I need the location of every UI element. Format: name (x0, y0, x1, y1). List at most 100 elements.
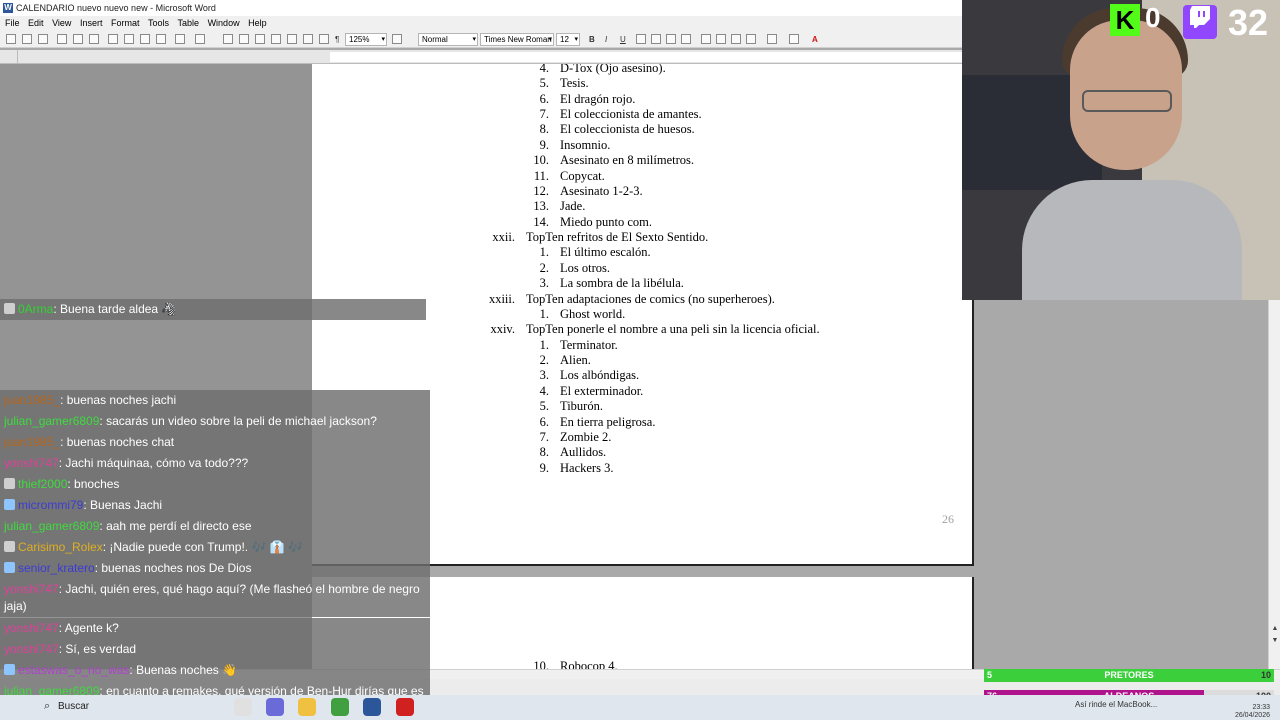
chat-username[interactable]: micrommi79 (18, 498, 83, 512)
chat-username[interactable]: Carisimo_Rolex (18, 540, 103, 554)
list-item[interactable]: 9. Insomnio. (527, 138, 611, 153)
bold-button[interactable]: B (589, 34, 595, 45)
list-item[interactable]: 10. Robocop 4. (527, 659, 617, 669)
chat-username[interactable]: julian_gamer6809 (4, 414, 99, 428)
system-clock[interactable]: 23:33 26/04/2026 (1200, 704, 1270, 720)
style-select[interactable]: Normal ▾ (418, 33, 478, 46)
chrome-icon[interactable] (234, 698, 252, 716)
list-item[interactable]: 1. Ghost world. (527, 307, 626, 322)
discord-icon[interactable] (266, 698, 284, 716)
list-item[interactable]: 12. Asesinato 1-2-3. (527, 184, 642, 199)
list-item[interactable]: 3. Los albóndigas. (527, 368, 640, 383)
list-item[interactable]: 1. El último escalón. (527, 245, 651, 260)
menu-format[interactable]: Format (108, 18, 143, 28)
chat-username[interactable]: thief2000 (18, 477, 67, 491)
save-icon[interactable] (38, 34, 48, 44)
scroll-down-icon[interactable]: ▼ (1270, 636, 1280, 646)
list-item[interactable]: 7. El coleccionista de amantes. (527, 107, 702, 122)
chat-username[interactable]: yonshi747 (4, 621, 59, 635)
list-item[interactable]: 10. Asesinato en 8 milímetros. (527, 153, 694, 168)
open-folder-icon[interactable] (22, 34, 32, 44)
list-heading[interactable]: xxii. TopTen refritos de El Sexto Sentido… (472, 230, 708, 245)
horizontal-ruler[interactable] (18, 50, 980, 64)
list-item[interactable]: 14. Miedo punto com. (527, 215, 652, 230)
list-item[interactable]: 1. Terminator. (527, 338, 618, 353)
print-preview-icon[interactable] (73, 34, 83, 44)
list-item[interactable]: 6. El dragón rojo. (527, 92, 636, 107)
new-document-icon[interactable] (6, 34, 16, 44)
word-taskbar-icon[interactable] (363, 698, 381, 716)
chat-username[interactable]: juan1985_ (4, 393, 60, 407)
font-select[interactable]: Times New Roman ▾ (480, 33, 554, 46)
paste-icon[interactable] (140, 34, 150, 44)
list-item[interactable]: 5. Tesis. (527, 76, 589, 91)
increase-indent-icon[interactable] (746, 34, 756, 44)
list-heading[interactable]: xxiv. TopTen ponerle el nombre a una peli… (472, 322, 819, 337)
redo-icon[interactable] (195, 34, 205, 44)
drawing-icon[interactable] (303, 34, 313, 44)
list-item[interactable]: 5. Tiburón. (527, 399, 603, 414)
menu-file[interactable]: File (2, 18, 23, 28)
align-right-icon[interactable] (666, 34, 676, 44)
chat-username[interactable]: yonshi747 (4, 582, 59, 596)
print-icon[interactable] (57, 34, 67, 44)
underline-button[interactable]: U (620, 34, 626, 45)
bullets-icon[interactable] (716, 34, 726, 44)
menu-insert[interactable]: Insert (77, 18, 106, 28)
menu-tools[interactable]: Tools (145, 18, 172, 28)
chat-username[interactable]: yonshi747 (4, 642, 59, 656)
menu-table[interactable]: Table (175, 18, 203, 28)
highlight-icon[interactable] (789, 34, 799, 44)
chat-username[interactable]: estaswas_o_no_was (18, 663, 129, 677)
chrome-profile-icon[interactable] (331, 698, 349, 716)
copy-icon[interactable] (124, 34, 134, 44)
chat-username[interactable]: yonshi747 (4, 456, 59, 470)
menu-view[interactable]: View (49, 18, 74, 28)
undo-icon[interactable] (175, 34, 185, 44)
menu-edit[interactable]: Edit (25, 18, 47, 28)
list-item[interactable]: 4. D-Tox (Ojo asesino). (527, 64, 666, 76)
list-item[interactable]: 4. El exterminador. (527, 384, 644, 399)
menu-help[interactable]: Help (245, 18, 270, 28)
list-item[interactable]: 3. La sombra de la libélula. (527, 276, 684, 291)
justify-icon[interactable] (681, 34, 691, 44)
chat-username[interactable]: juan1985_ (4, 435, 60, 449)
list-item[interactable]: 8. Aullidos. (527, 445, 607, 460)
scroll-up-icon[interactable]: ▲ (1270, 624, 1280, 634)
numbering-icon[interactable] (701, 34, 711, 44)
columns-icon[interactable] (287, 34, 297, 44)
italic-button[interactable]: I (605, 34, 607, 45)
notification-text[interactable]: Así rinde el MacBook... (1075, 700, 1157, 709)
obs-icon[interactable] (396, 698, 414, 716)
align-center-icon[interactable] (651, 34, 661, 44)
list-item[interactable]: 7. Zombie 2. (527, 430, 612, 445)
chat-username[interactable]: julian_gamer6809 (4, 519, 99, 533)
hyperlink-icon[interactable] (223, 34, 233, 44)
insert-table-icon[interactable] (255, 34, 265, 44)
list-item[interactable]: 11. Copycat. (527, 169, 605, 184)
search-icon[interactable]: ⌕ (44, 700, 50, 713)
font-color-icon[interactable]: A (812, 34, 818, 45)
chat-username[interactable]: 0Arma (18, 302, 53, 316)
cut-icon[interactable] (108, 34, 118, 44)
help-icon[interactable] (392, 34, 402, 44)
chat-username[interactable]: senior_kratero (18, 561, 95, 575)
list-item[interactable]: 9. Hackers 3. (527, 461, 614, 476)
spelling-icon[interactable] (89, 34, 99, 44)
list-item[interactable]: 8. El coleccionista de huesos. (527, 122, 695, 137)
taskbar-search[interactable]: Buscar (58, 701, 89, 712)
document-map-icon[interactable] (319, 34, 329, 44)
list-item[interactable]: 2. Alien. (527, 353, 591, 368)
decrease-indent-icon[interactable] (731, 34, 741, 44)
border-icon[interactable] (767, 34, 777, 44)
align-left-icon[interactable] (636, 34, 646, 44)
menu-window[interactable]: Window (205, 18, 243, 28)
file-explorer-icon[interactable] (298, 698, 316, 716)
list-heading[interactable]: xxiii. TopTen adaptaciones de comics (no … (472, 292, 775, 307)
format-painter-icon[interactable] (156, 34, 166, 44)
list-item[interactable]: 6. En tierra peligrosa. (527, 415, 656, 430)
show-hide-icon[interactable]: ¶ (335, 34, 339, 45)
list-item[interactable]: 2. Los otros. (527, 261, 610, 276)
insert-excel-icon[interactable] (271, 34, 281, 44)
font-size-select[interactable]: 12 ▾ (556, 33, 580, 46)
